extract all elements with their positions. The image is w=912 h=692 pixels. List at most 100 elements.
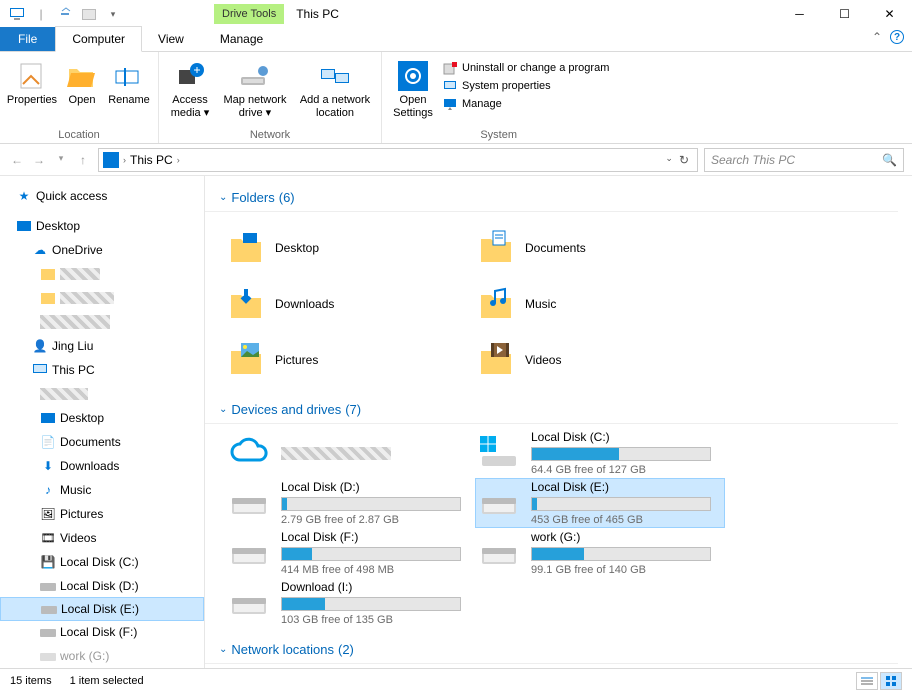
refresh-button[interactable]: ↻ [679,153,689,167]
help-icon[interactable]: ? [890,30,904,44]
sidebar-item-pictures[interactable]: 🖼 Pictures [0,502,204,526]
add-network-label: Add a network location [300,94,370,120]
tree-label: Music [60,483,91,497]
sidebar-item-downloads[interactable]: ⬇ Downloads [0,454,204,478]
tab-manage[interactable]: Manage [204,27,279,51]
back-button[interactable]: ← [8,153,26,167]
folder-item[interactable]: Videos [475,332,725,388]
breadcrumb-chevron-icon[interactable]: › [123,155,126,165]
navigation-pane[interactable]: ★ Quick access Desktop ☁ OneDrive 👤 Jing… [0,176,205,676]
drive-item[interactable]: Local Disk (C:)64.4 GB free of 127 GB [475,428,725,478]
status-items-count: 15 items [10,675,52,687]
sidebar-item-work-g[interactable]: work (G:) [0,644,204,668]
properties-button[interactable]: Properties [6,56,58,107]
section-count: (7) [345,402,361,417]
tree-label: Local Disk (E:) [61,602,139,616]
drive-item[interactable]: work (G:)99.1 GB free of 140 GB [475,528,725,578]
rename-button[interactable]: Rename [106,56,152,107]
section-count: (2) [338,642,354,657]
folder-item[interactable]: Pictures [225,332,475,388]
folder-item[interactable]: Documents [475,220,725,276]
open-button[interactable]: Open [62,56,102,107]
drive-item[interactable]: Download (I:)103 GB free of 135 GB [225,578,475,628]
sidebar-item-onedrive[interactable]: ☁ OneDrive [0,238,204,262]
address-dropdown-icon[interactable]: ⌄ [665,153,673,167]
tree-label: OneDrive [52,243,103,257]
breadcrumb-label[interactable]: This PC [130,153,173,167]
properties-label: Properties [7,94,57,107]
recent-locations-button[interactable]: ▾ [52,153,70,167]
sidebar-item-redacted-4[interactable] [0,382,204,406]
status-bar: 15 items 1 item selected [0,668,912,692]
minimize-ribbon-icon[interactable]: ⌃ [872,30,882,44]
sidebar-item-music[interactable]: ♪ Music [0,478,204,502]
sidebar-item-redacted-3[interactable] [0,310,204,334]
drive-item[interactable] [225,428,475,478]
title-bar: | ▾ Drive Tools This PC ─ ☐ ✕ [0,0,912,28]
search-box[interactable]: Search This PC 🔍 [704,148,904,172]
breadcrumb-chevron-icon[interactable]: › [177,155,180,165]
drive-free-text: 103 GB free of 135 GB [281,614,461,626]
sidebar-item-local-e[interactable]: Local Disk (E:) [0,597,204,621]
tab-computer[interactable]: Computer [55,26,142,52]
add-network-location-button[interactable]: Add a network location [295,56,375,120]
manage-button[interactable]: Manage [442,96,609,112]
folder-item[interactable]: Music [475,276,725,332]
folder-item[interactable]: Downloads [225,276,475,332]
section-title: Network locations [231,642,334,657]
system-properties-button[interactable]: System properties [442,78,609,94]
group-label-network: Network [165,127,375,143]
uninstall-program-button[interactable]: Uninstall or change a program [442,60,609,76]
drive-icon [479,532,521,574]
minimize-button[interactable]: ─ [777,0,822,28]
redacted-text [281,447,391,460]
section-header-drives[interactable]: ⌄ Devices and drives (7) [205,396,898,424]
section-header-folders[interactable]: ⌄ Folders (6) [205,184,898,212]
sidebar-item-local-d[interactable]: Local Disk (D:) [0,574,204,598]
content-pane[interactable]: ⌄ Folders (6) DesktopDocumentsDownloadsM… [205,176,912,676]
details-view-button[interactable] [856,672,878,690]
access-media-button[interactable]: Access media ▾ [165,56,215,120]
maximize-button[interactable]: ☐ [822,0,867,28]
folder-item[interactable]: Desktop [225,220,475,276]
properties-qat-icon[interactable] [54,3,76,25]
drive-item[interactable]: Local Disk (D:)2.79 GB free of 2.87 GB [225,478,475,528]
sidebar-item-local-f[interactable]: Local Disk (F:) [0,620,204,644]
tab-view[interactable]: View [142,27,200,51]
qat-chevron-icon[interactable]: ▾ [102,3,124,25]
up-button[interactable]: ↑ [74,153,92,167]
large-icons-view-button[interactable] [880,672,902,690]
sidebar-item-quick-access[interactable]: ★ Quick access [0,184,204,208]
sidebar-item-this-pc[interactable]: This PC [0,358,204,382]
sidebar-item-redacted-1[interactable] [0,262,204,286]
address-bar[interactable]: › This PC › ⌄ ↻ [98,148,698,172]
forward-button[interactable]: → [30,153,48,167]
sidebar-item-local-c[interactable]: 💾 Local Disk (C:) [0,550,204,574]
ribbon-group-system: Open Settings Uninstall or change a prog… [382,52,615,143]
disk-icon: 💾 [40,554,56,570]
sidebar-item-documents[interactable]: 📄 Documents [0,430,204,454]
drive-icon [229,582,271,624]
chevron-down-icon: ⌄ [219,404,227,415]
search-icon: 🔍 [882,153,897,167]
new-folder-qat-icon[interactable] [78,3,100,25]
map-drive-label: Map network drive ▾ [224,94,287,120]
tab-file[interactable]: File [0,27,55,51]
drive-free-text: 414 MB free of 498 MB [281,564,461,576]
sidebar-item-desktop-sub[interactable]: Desktop [0,406,204,430]
sidebar-item-desktop[interactable]: Desktop [0,214,204,238]
drive-item[interactable]: Local Disk (E:)453 GB free of 465 GB [475,478,725,528]
map-network-drive-button[interactable]: Map network drive ▾ [219,56,291,120]
section-count: (6) [279,190,295,205]
sidebar-item-redacted-2[interactable] [0,286,204,310]
window-controls: ─ ☐ ✕ [777,0,912,28]
sidebar-item-videos[interactable]: 🎞 Videos [0,526,204,550]
section-header-network[interactable]: ⌄ Network locations (2) [205,636,898,664]
folder-icon [40,290,56,306]
open-settings-button[interactable]: Open Settings [388,56,438,120]
drive-item[interactable]: Local Disk (F:)414 MB free of 498 MB [225,528,475,578]
sidebar-item-user[interactable]: 👤 Jing Liu [0,334,204,358]
tree-label: Jing Liu [52,339,93,353]
close-button[interactable]: ✕ [867,0,912,28]
folder-label: Pictures [275,353,318,367]
